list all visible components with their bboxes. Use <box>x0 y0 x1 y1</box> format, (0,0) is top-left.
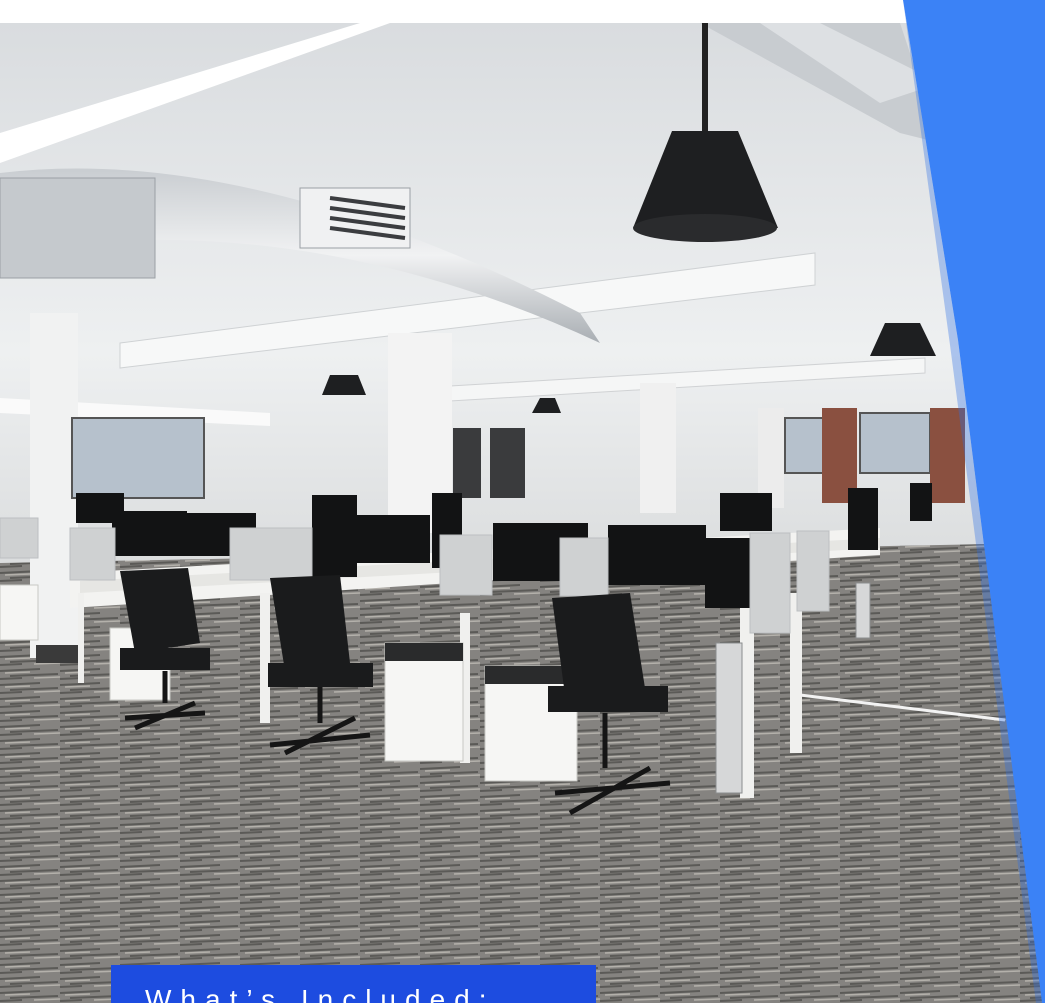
office-photo <box>0 23 1045 1003</box>
caption-label: What’s Included: <box>145 984 496 1003</box>
office-photo-drawing <box>0 23 1045 1003</box>
whats-included-caption: What’s Included: <box>111 965 596 1003</box>
top-whitespace <box>0 0 1045 23</box>
